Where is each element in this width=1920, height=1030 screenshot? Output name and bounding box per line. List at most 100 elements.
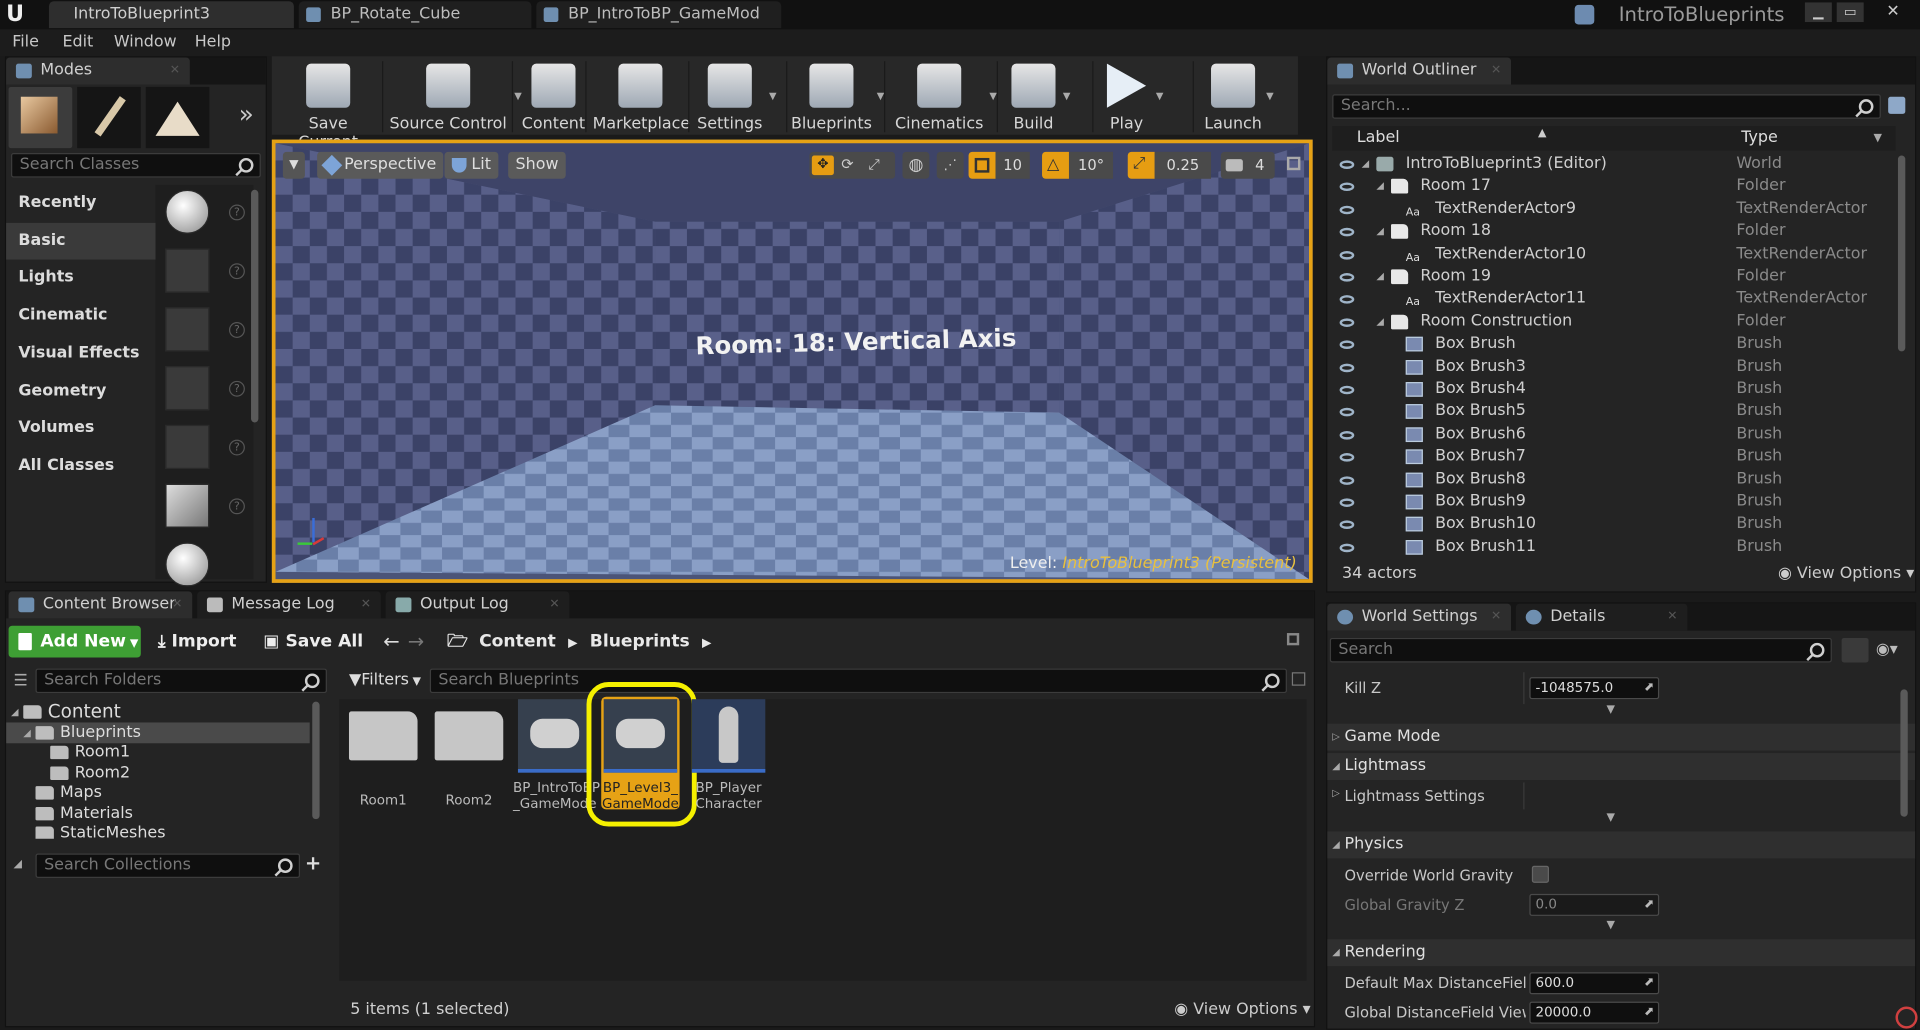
lightmass-settings-row[interactable]: ▷ Lightmass Settings — [1327, 782, 1915, 810]
rotation-snap-toggle[interactable]: △ — [1042, 151, 1069, 179]
toolbar-button[interactable]: Build — [1007, 61, 1061, 139]
expand-arrow-icon[interactable]: ◢ — [1376, 266, 1384, 288]
close-tab-icon[interactable]: ✕ — [1491, 58, 1501, 85]
visibility-eye-icon[interactable] — [1339, 318, 1355, 327]
mode-category[interactable]: Cinematic — [6, 298, 155, 335]
toolbar-button[interactable]: Content — [517, 61, 590, 139]
grid-snap-toggle[interactable] — [968, 151, 996, 179]
visibility-filter-icon[interactable]: ◉▾ — [1876, 640, 1898, 658]
folder-tree-item[interactable]: Room2 — [6, 762, 310, 783]
breadcrumb-blueprints[interactable]: Blueprints — [590, 632, 690, 652]
outliner-row[interactable]: Box Brush11 Brush — [1332, 536, 1895, 559]
game-mode-section[interactable]: Game Mode — [1327, 723, 1916, 751]
close-tab-icon[interactable]: ✕ — [361, 591, 371, 618]
kill-z-field[interactable]: -1048575.0 — [1529, 677, 1660, 700]
tab-details[interactable]: Details ✕ — [1515, 603, 1688, 631]
close-tab-icon[interactable]: ✕ — [1491, 604, 1501, 631]
toolbar-button[interactable]: Marketplace — [593, 61, 690, 139]
details-search-input[interactable]: Search — [1329, 637, 1832, 663]
save-all-button[interactable]: ▣ Save All — [263, 626, 363, 658]
visibility-eye-icon[interactable] — [1339, 453, 1355, 462]
toolbar-button[interactable]: Source Control — [384, 61, 511, 139]
source-control-status-icon[interactable] — [1574, 4, 1595, 25]
rotation-snap-value[interactable]: 10° — [1068, 151, 1114, 179]
help-icon[interactable]: ? — [228, 322, 245, 338]
help-icon[interactable]: ? — [228, 439, 245, 456]
outliner-row[interactable]: ◢ Room 19 Folder — [1332, 266, 1895, 289]
folder-tree-item[interactable]: StaticMeshes — [6, 823, 310, 839]
close-tab-icon[interactable]: ✕ — [1667, 604, 1677, 631]
visibility-eye-icon[interactable] — [1339, 520, 1355, 530]
visibility-eye-icon[interactable] — [1339, 543, 1355, 552]
outliner-row[interactable]: Box Brush7 Brush — [1332, 446, 1895, 469]
scale-snap-value[interactable]: 0.25 — [1154, 151, 1212, 179]
visibility-eye-icon[interactable] — [1339, 498, 1355, 507]
rendering-section[interactable]: Rendering — [1327, 939, 1916, 967]
mode-landscape[interactable] — [145, 86, 210, 149]
lightmass-section[interactable]: Lightmass — [1327, 753, 1916, 781]
world-space-icon[interactable]: ◍ — [902, 151, 930, 179]
visibility-eye-icon[interactable] — [1339, 205, 1355, 215]
folder-tree-item[interactable]: Room1 — [6, 742, 310, 763]
physics-section[interactable]: Physics — [1327, 831, 1916, 859]
outliner-search-input[interactable]: Search... — [1332, 94, 1881, 119]
expand-arrow-icon[interactable]: ◢ — [23, 722, 31, 743]
scale-snap-toggle[interactable]: ⤢ — [1127, 151, 1155, 179]
tab-world-outliner[interactable]: World Outliner ✕ — [1327, 57, 1512, 85]
menu-file[interactable]: File — [12, 29, 39, 56]
visibility-eye-icon[interactable] — [1339, 430, 1355, 440]
mode-category[interactable]: All Classes — [6, 448, 155, 485]
doc-tab-1[interactable]: IntroToBlueprint3 — [48, 1, 294, 29]
outliner-row[interactable]: Box Brush4 Brush — [1332, 378, 1895, 401]
expand-advanced-icon[interactable]: ▼ — [1607, 920, 1615, 932]
help-icon[interactable]: ? — [228, 380, 245, 397]
surface-snap-icon[interactable]: ⋰ — [936, 151, 964, 179]
minimize-button[interactable]: ▁ — [1804, 2, 1832, 23]
mode-category[interactable]: Lights — [6, 260, 155, 297]
asset-view-options[interactable]: ◉ View Options ▾ — [1174, 1000, 1310, 1018]
maximize-button[interactable]: ▭ — [1836, 2, 1864, 23]
menu-edit[interactable]: Edit — [62, 29, 93, 56]
pawn-thumb[interactable] — [165, 307, 210, 352]
menu-help[interactable]: Help — [195, 29, 231, 56]
tab-world-settings[interactable]: World Settings ✕ — [1327, 603, 1512, 631]
breadcrumb-content[interactable]: Content — [479, 632, 556, 652]
search-folders-input[interactable]: Search Folders — [35, 668, 327, 694]
sphere2-thumb[interactable] — [165, 542, 210, 587]
unreal-logo-icon[interactable]: U — [6, 2, 30, 26]
help-icon[interactable]: ? — [228, 263, 245, 280]
camera-speed-button[interactable]: 4 — [1220, 151, 1275, 179]
type-dropdown-icon[interactable]: ▼ — [1873, 126, 1881, 150]
add-new-button[interactable]: Add New ▼ — [8, 625, 141, 658]
outliner-row[interactable]: Aa TextRenderActor11 TextRenderActor — [1332, 288, 1895, 311]
maximize-viewport-icon[interactable] — [1286, 156, 1301, 171]
toolbar-button[interactable]: Cinematics — [891, 61, 987, 139]
rotate-icon[interactable]: ⟳ — [841, 156, 853, 173]
light-thumb[interactable] — [165, 366, 210, 411]
type-column-header[interactable]: Type — [1741, 126, 1778, 150]
scale-icon[interactable]: ⤢ — [868, 156, 880, 174]
outliner-row[interactable]: Aa TextRenderActor9 TextRenderActor — [1332, 198, 1895, 221]
mode-category[interactable]: Basic — [6, 222, 156, 260]
visibility-eye-icon[interactable] — [1339, 408, 1355, 417]
outliner-row[interactable]: Box Brush8 Brush — [1332, 468, 1895, 491]
expand-arrow-icon[interactable]: ◢ — [1362, 153, 1370, 175]
visibility-eye-icon[interactable] — [1339, 385, 1355, 395]
outliner-row[interactable]: ◢ Room 17 Folder — [1332, 176, 1895, 199]
search-collections-input[interactable]: Search Collections — [35, 853, 301, 878]
cube-thumb[interactable] — [165, 483, 210, 528]
expand-advanced-icon[interactable]: ▼ — [1607, 704, 1615, 716]
override-gravity-checkbox[interactable] — [1531, 865, 1549, 883]
outliner-view-options[interactable]: ◉ View Options ▾ — [1778, 564, 1914, 582]
outliner-row[interactable]: Aa TextRenderActor10 TextRenderActor — [1332, 243, 1895, 266]
more-modes-icon[interactable]: » — [239, 99, 254, 128]
help-icon[interactable]: ? — [228, 204, 245, 221]
expand-arrow-icon[interactable]: ◢ — [1376, 176, 1384, 198]
history-forward-button[interactable]: → — [408, 629, 424, 652]
close-tab-icon[interactable]: ✕ — [170, 58, 180, 85]
outliner-row[interactable]: ◢ IntroToBlueprint3 (Editor) World — [1332, 153, 1895, 176]
mode-category[interactable]: Volumes — [6, 410, 155, 447]
label-column-header[interactable]: Label — [1357, 126, 1400, 150]
outliner-row[interactable]: Box Brush3 Brush — [1332, 356, 1895, 379]
lit-button[interactable]: Lit — [444, 151, 499, 179]
